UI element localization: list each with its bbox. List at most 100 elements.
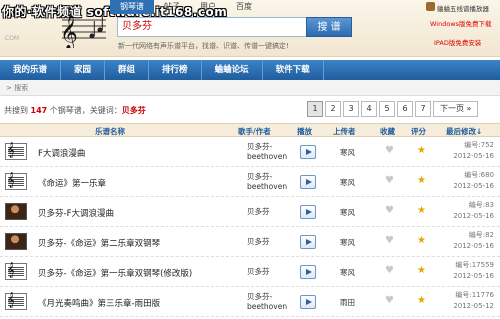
heart-icon[interactable]: ♥ <box>385 175 394 186</box>
star-icon[interactable]: ★ <box>417 145 426 156</box>
singer-name-en[interactable]: beethoven <box>247 302 287 312</box>
uploader-link[interactable]: 雨田 <box>340 297 355 308</box>
breadcrumb: > 搜索 <box>0 80 500 96</box>
singer-name[interactable]: 贝多芬 <box>247 237 270 247</box>
score-title-link[interactable]: 《月光奏鸣曲》第三乐章-雨田版 <box>38 297 160 309</box>
col-singer[interactable]: 歌手/作者 <box>238 126 271 137</box>
sheet-music-icon[interactable] <box>5 172 27 190</box>
sheet-music-icon[interactable] <box>5 292 27 310</box>
nav-groups[interactable]: 群组 <box>105 60 150 80</box>
logo-domain: .COM <box>3 35 19 42</box>
heart-icon[interactable]: ♥ <box>385 265 394 276</box>
col-title[interactable]: 乐谱名称 <box>95 126 125 137</box>
sheet-music-icon[interactable] <box>5 142 27 160</box>
singer-name-en[interactable]: beethoven <box>247 182 287 192</box>
play-button[interactable] <box>300 145 316 159</box>
play-button[interactable] <box>300 175 316 189</box>
col-latest[interactable]: 最后修改↓ <box>446 126 482 137</box>
score-number: 编号:82 <box>468 231 494 239</box>
top-nav-baidu[interactable]: 百度 <box>226 0 262 14</box>
table-header: 乐谱名称 歌手/作者 播放 上传者 收藏 评分 最后修改↓ <box>0 123 500 137</box>
score-number: 编号:752 <box>464 141 494 149</box>
portrait-thumbnail[interactable] <box>5 203 27 220</box>
score-date: 2012-05-16 <box>453 272 494 280</box>
top-nav-posts[interactable]: 帖子 <box>154 0 190 14</box>
table-row: 贝多芬-《命运》第二乐章双钢琴 贝多芬 寒风 ♥ ★ 编号:82 2012-05-16 <box>0 227 500 257</box>
col-favorite: 收藏 <box>380 127 395 136</box>
nav-forum[interactable]: 蛐蛐论坛 <box>202 60 263 80</box>
star-icon[interactable]: ★ <box>417 295 426 306</box>
star-icon[interactable]: ★ <box>417 235 426 246</box>
result-count: 147 <box>30 106 48 115</box>
score-title-link[interactable]: F大调浪漫曲 <box>38 147 85 159</box>
singer-cell: 贝多芬 <box>247 207 270 217</box>
play-button[interactable] <box>300 205 316 219</box>
top-nav-piano-scores[interactable]: 钢琴谱 <box>110 0 154 14</box>
nav-rankings[interactable]: 排行榜 <box>149 60 202 80</box>
uploader-link[interactable]: 寒风 <box>340 237 355 248</box>
page-1[interactable]: 1 <box>307 101 323 117</box>
col-uploader[interactable]: 上传者 <box>333 126 356 137</box>
page-6[interactable]: 6 <box>397 101 413 117</box>
site-header: 你的·软件频道 software.it168.com .COM 𝄞 钢琴谱 帖子… <box>0 0 500 57</box>
singer-name-en[interactable]: beethoven <box>247 152 287 162</box>
pagination: 1 2 3 4 5 6 7 下一页 » <box>307 101 480 117</box>
table-row: 《月光奏鸣曲》第三乐章-雨田版 贝多芬-beethoven 雨田 ♥ ★ 编号:11776… <box>0 287 500 317</box>
heart-icon[interactable]: ♥ <box>385 145 394 156</box>
star-icon[interactable]: ★ <box>417 265 426 276</box>
col-rating[interactable]: 评分 <box>411 126 426 137</box>
singer-name[interactable]: 贝多芬- <box>247 142 287 152</box>
score-meta: 编号:752 2012-05-16 <box>453 140 494 162</box>
table-row: 《命运》第一乐章 贝多芬-beethoven 寒风 ♥ ★ 编号:680 2012-05-1… <box>0 167 500 197</box>
nav-software-download[interactable]: 软件下载 <box>263 60 324 80</box>
singer-name[interactable]: 贝多芬 <box>247 267 270 277</box>
score-title-link[interactable]: 《命运》第一乐章 <box>38 177 106 189</box>
page-2[interactable]: 2 <box>325 101 341 117</box>
heart-icon[interactable]: ♥ <box>385 295 394 306</box>
search-input[interactable]: 贝多芬 <box>117 17 307 37</box>
score-number: 编号:680 <box>464 171 494 179</box>
top-nav-users[interactable]: 用户 <box>190 0 226 14</box>
nav-my-scores[interactable]: 我的乐谱 <box>0 60 62 80</box>
table-row: 贝多芬-《命运》第一乐章双钢琴(修改版) 贝多芬 寒风 ♥ ★ 编号:17559 2012-… <box>0 257 500 287</box>
result-prefix: 共搜到 <box>4 106 28 115</box>
singer-cell: 贝多芬-beethoven <box>247 172 287 192</box>
score-number: 编号:11776 <box>455 291 494 299</box>
result-middle: 个钢琴谱，关键词： <box>49 106 122 115</box>
singer-name[interactable]: 贝多芬 <box>247 207 270 217</box>
ipad-install-link[interactable]: IPAD版免费安装 <box>434 37 481 47</box>
score-date: 2012-05-16 <box>453 152 494 160</box>
nav-home[interactable]: 家园 <box>61 60 106 80</box>
singer-name[interactable]: 贝多芬- <box>247 172 287 182</box>
top-nav: 钢琴谱 帖子 用户 百度 <box>110 0 262 14</box>
score-title-link[interactable]: 贝多芬-F大调浪漫曲 <box>38 207 114 219</box>
play-button[interactable] <box>300 235 316 249</box>
play-button[interactable] <box>300 295 316 309</box>
singer-name[interactable]: 贝多芬- <box>247 292 287 302</box>
uploader-link[interactable]: 寒风 <box>340 177 355 188</box>
score-number: 编号:17559 <box>455 261 494 269</box>
heart-icon[interactable]: ♥ <box>385 205 394 216</box>
table-body: F大调浪漫曲贝多芬-beethoven寒风♥★编号:7522012-05-16《… <box>0 137 500 317</box>
sheet-music-icon[interactable] <box>5 262 27 280</box>
table-row: 贝多芬-F大调浪漫曲 贝多芬 寒风 ♥ ★ 编号:83 2012-05-16 <box>0 197 500 227</box>
uploader-link[interactable]: 寒风 <box>340 207 355 218</box>
page-4[interactable]: 4 <box>361 101 377 117</box>
player-app-name[interactable]: 蛐蛐五线谱播放器 <box>437 3 489 13</box>
score-title-link[interactable]: 贝多芬-《命运》第一乐章双钢琴(修改版) <box>38 267 192 279</box>
treble-clef-logo-icon[interactable]: 𝄞 <box>58 12 108 48</box>
heart-icon[interactable]: ♥ <box>385 235 394 246</box>
uploader-link[interactable]: 寒风 <box>340 267 355 278</box>
star-icon[interactable]: ★ <box>417 175 426 186</box>
portrait-thumbnail[interactable] <box>5 233 27 250</box>
star-icon[interactable]: ★ <box>417 205 426 216</box>
page-5[interactable]: 5 <box>379 101 395 117</box>
windows-download-link[interactable]: Windows版免费下载 <box>430 18 492 28</box>
page-7[interactable]: 7 <box>415 101 431 117</box>
page-3[interactable]: 3 <box>343 101 359 117</box>
score-title-link[interactable]: 贝多芬-《命运》第二乐章双钢琴 <box>38 237 160 249</box>
uploader-link[interactable]: 寒风 <box>340 147 355 158</box>
next-page-button[interactable]: 下一页 » <box>433 101 479 117</box>
search-button[interactable]: 搜 谱 <box>306 17 352 37</box>
play-button[interactable] <box>300 265 316 279</box>
